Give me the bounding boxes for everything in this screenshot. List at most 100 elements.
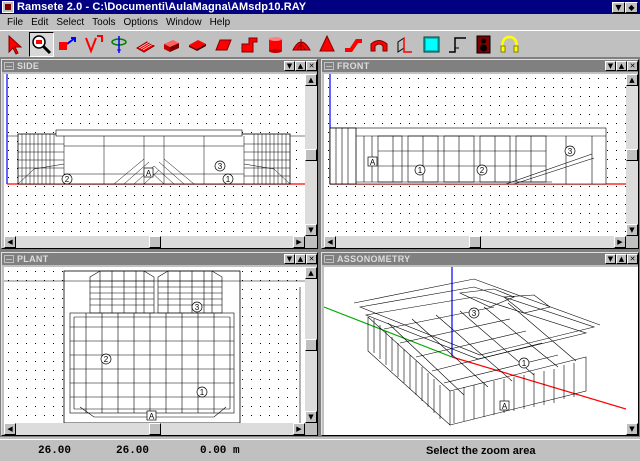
plant-view-titlebar[interactable]: PLANT ▼ ▲ ✕ — [2, 253, 317, 265]
scroll-left-arrow[interactable]: ◀ — [324, 236, 336, 248]
assonometry-view-title: ASSONOMETRY — [337, 254, 411, 264]
minimize-button[interactable]: ▼ — [284, 61, 295, 71]
menu-window[interactable]: Window — [162, 17, 206, 28]
plant-view-window[interactable]: PLANT ▼ ▲ ✕ A 1 2 3 ▲ ▼ ◀ ▶ — [1, 252, 318, 436]
menu-select[interactable]: Select — [52, 17, 88, 28]
window-menu-icon[interactable] — [324, 255, 334, 263]
scroll-right-arrow[interactable]: ▶ — [293, 236, 305, 248]
scroll-corner — [626, 236, 638, 248]
plant-view-canvas[interactable]: A 1 2 3 — [4, 267, 305, 423]
receiver-label-3: 3 — [218, 162, 223, 171]
front-view-titlebar[interactable]: FRONT ▼ ▲ ✕ — [322, 60, 638, 72]
scroll-right-arrow[interactable]: ▶ — [293, 423, 305, 435]
stair-icon[interactable] — [445, 32, 470, 57]
speaker-icon[interactable] — [471, 32, 496, 57]
side-view-canvas[interactable]: A 1 2 3 — [4, 74, 305, 236]
assonometry-view-canvas[interactable]: A 1 3 — [324, 267, 626, 435]
front-view-window[interactable]: FRONT ▼ ▲ ✕ A 1 2 3 ▲ ▼ ◀ ▶ — [321, 59, 639, 249]
minimize-button[interactable]: ▼ — [284, 254, 295, 264]
minimize-button[interactable]: ▼ — [605, 254, 616, 264]
window-menu-icon[interactable] — [324, 62, 334, 70]
side-view-title: SIDE — [17, 61, 40, 71]
wall-icon[interactable] — [393, 32, 418, 57]
receiver-label-1: 1 — [200, 388, 205, 397]
receiver-label-3: 3 — [568, 147, 573, 156]
zoom-area-icon[interactable] — [29, 31, 54, 57]
horizontal-scrollbar[interactable]: ◀ ▶ — [4, 236, 305, 248]
edit-node-icon[interactable] — [81, 32, 106, 57]
status-message: Select the zoom area — [426, 444, 536, 457]
select-arrow-icon[interactable] — [3, 32, 28, 57]
slab-icon[interactable] — [185, 32, 210, 57]
source-label-a: A — [502, 402, 508, 411]
side-view-window[interactable]: SIDE ▼ ▲ ✕ A 1 2 3 ▲ ▼ ◀ ▶ — [1, 59, 318, 249]
vertical-scrollbar[interactable]: ▲ ▼ — [305, 267, 317, 423]
vertical-scrollbar[interactable]: ▼ — [626, 267, 638, 435]
status-z-coordinate: 0.00 m — [200, 444, 240, 457]
scroll-up-arrow[interactable]: ▲ — [305, 267, 317, 279]
scroll-thumb[interactable] — [469, 236, 481, 248]
maximize-button[interactable]: ▲ — [616, 254, 627, 264]
restore-button[interactable]: ◆ — [625, 1, 638, 13]
scroll-left-arrow[interactable]: ◀ — [4, 423, 16, 435]
front-view-canvas[interactable]: A 1 2 3 — [324, 74, 626, 236]
close-button[interactable]: ✕ — [627, 61, 638, 71]
scroll-up-arrow[interactable]: ▲ — [626, 74, 638, 86]
menu-edit[interactable]: Edit — [27, 17, 52, 28]
close-button[interactable]: ✕ — [306, 61, 317, 71]
close-button[interactable]: ✕ — [627, 254, 638, 264]
menu-tools[interactable]: Tools — [88, 17, 119, 28]
assonometry-view-window[interactable]: ASSONOMETRY ▼ ▲ ✕ A 1 3 ▼ — [321, 252, 639, 436]
app-icon[interactable] — [2, 1, 14, 13]
maximize-button[interactable]: ▲ — [616, 61, 627, 71]
receiver-label-2: 2 — [104, 355, 109, 364]
status-x-coordinate: 26.00 — [38, 444, 72, 457]
scroll-left-arrow[interactable]: ◀ — [4, 236, 16, 248]
scroll-corner — [305, 236, 317, 248]
scroll-down-arrow[interactable]: ▼ — [626, 224, 638, 236]
headphones-icon[interactable] — [497, 32, 522, 57]
receiver-label-3: 3 — [472, 309, 477, 318]
cone-icon[interactable] — [315, 32, 340, 57]
pipe-icon[interactable] — [341, 32, 366, 57]
scroll-corner — [305, 423, 317, 435]
step-icon[interactable] — [237, 32, 262, 57]
horizontal-scrollbar[interactable]: ◀ ▶ — [324, 236, 626, 248]
arch-icon[interactable] — [367, 32, 392, 57]
horizontal-scrollbar[interactable]: ◀ ▶ — [4, 423, 305, 435]
window-menu-icon[interactable] — [4, 255, 14, 263]
panel-icon[interactable] — [419, 32, 444, 57]
scroll-thumb[interactable] — [626, 149, 638, 161]
minimize-button[interactable]: ▼ — [612, 1, 625, 13]
minimize-button[interactable]: ▼ — [605, 61, 616, 71]
scroll-thumb[interactable] — [305, 339, 317, 351]
plane-icon[interactable] — [133, 32, 158, 57]
close-button[interactable]: ✕ — [306, 254, 317, 264]
scroll-thumb[interactable] — [305, 149, 317, 161]
scroll-down-arrow[interactable]: ▼ — [626, 423, 638, 435]
move-icon[interactable] — [55, 32, 80, 57]
dome-icon[interactable] — [289, 32, 314, 57]
vertical-scrollbar[interactable]: ▲ ▼ — [305, 74, 317, 236]
cylinder-icon[interactable] — [263, 32, 288, 57]
assonometry-view-titlebar[interactable]: ASSONOMETRY ▼ ▲ ✕ — [322, 253, 638, 265]
maximize-button[interactable]: ▲ — [295, 61, 306, 71]
scroll-thumb[interactable] — [149, 236, 161, 248]
source-label-a: A — [370, 158, 376, 167]
scroll-down-arrow[interactable]: ▼ — [305, 224, 317, 236]
window-menu-icon[interactable] — [4, 62, 14, 70]
scroll-down-arrow[interactable]: ▼ — [305, 411, 317, 423]
scroll-right-arrow[interactable]: ▶ — [614, 236, 626, 248]
menu-file[interactable]: File — [3, 17, 27, 28]
rotate-icon[interactable] — [107, 32, 132, 57]
menu-options[interactable]: Options — [120, 17, 162, 28]
scroll-up-arrow[interactable]: ▲ — [305, 74, 317, 86]
side-view-titlebar[interactable]: SIDE ▼ ▲ ✕ — [2, 60, 317, 72]
vertical-scrollbar[interactable]: ▲ ▼ — [626, 74, 638, 236]
wedge-icon[interactable] — [211, 32, 236, 57]
menu-help[interactable]: Help — [206, 17, 235, 28]
scroll-thumb[interactable] — [149, 423, 161, 435]
box-icon[interactable] — [159, 32, 184, 57]
maximize-button[interactable]: ▲ — [295, 254, 306, 264]
menu-bar: File Edit Select Tools Options Window He… — [0, 14, 640, 30]
